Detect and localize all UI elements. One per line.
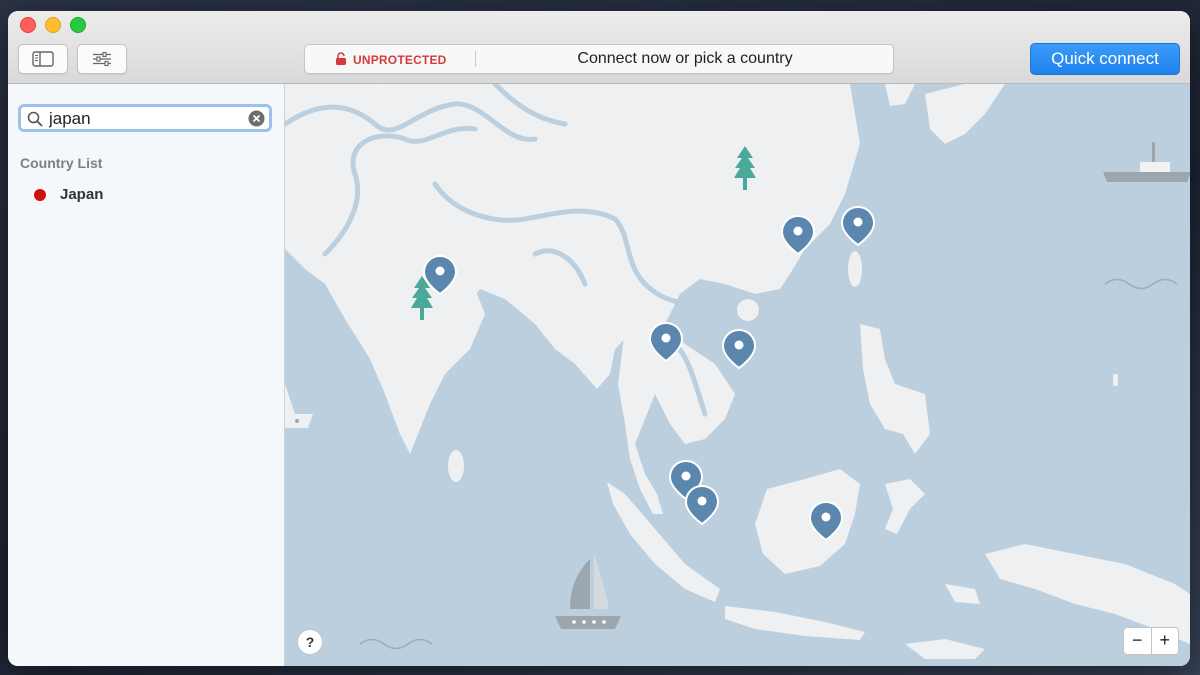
toolbar: UNPROTECTED Connect now or pick a countr… — [8, 11, 1190, 84]
connection-status-bar: UNPROTECTED Connect now or pick a countr… — [304, 44, 894, 74]
landmass-moluccas — [945, 584, 980, 604]
location-pin-icon — [840, 205, 876, 247]
country-item-japan[interactable]: Japan — [8, 180, 284, 208]
toggle-sidebar-button[interactable] — [18, 44, 68, 74]
close-window-button[interactable] — [20, 17, 36, 33]
country-list-heading: Country List — [20, 155, 103, 171]
landmass-java — [725, 606, 865, 640]
wave-1 — [1104, 278, 1178, 290]
divider — [475, 51, 476, 67]
help-button[interactable]: ? — [297, 629, 323, 655]
clear-search-icon[interactable] — [248, 110, 265, 127]
ship-icon — [1103, 142, 1190, 182]
search-input[interactable] — [49, 108, 239, 130]
app-window: UNPROTECTED Connect now or pick a countr… — [8, 11, 1190, 666]
ship-icon-left — [285, 414, 313, 428]
landmass-sulawesi — [885, 479, 925, 534]
zoom-in-button[interactable]: + — [1152, 628, 1179, 654]
landmass-island-guam — [1113, 374, 1118, 386]
zoom-out-button[interactable]: − — [1124, 628, 1152, 654]
location-pin-icon — [721, 328, 757, 370]
preferences-button[interactable] — [77, 44, 127, 74]
japan-flag-icon — [34, 189, 46, 201]
zoom-window-button[interactable] — [70, 17, 86, 33]
country-name: Japan — [60, 186, 104, 203]
wave-2 — [359, 638, 433, 650]
location-pin-icon — [684, 484, 720, 526]
sidebar-icon — [32, 51, 54, 67]
world-map[interactable]: ? − + — [285, 84, 1190, 666]
landmass-taiwan — [848, 251, 862, 287]
search-field[interactable] — [18, 104, 272, 132]
landmass-island-palau — [875, 390, 895, 418]
zoom-controls: − + — [1123, 627, 1179, 655]
minimize-window-button[interactable] — [45, 17, 61, 33]
landmass-japan — [925, 84, 1005, 144]
sailboat-icon — [555, 554, 621, 629]
status-label: UNPROTECTED — [353, 53, 447, 67]
quick-connect-button[interactable]: Quick connect — [1030, 43, 1180, 75]
landmass-borneo — [755, 469, 860, 574]
landmass-timor — [905, 639, 985, 659]
search-icon — [27, 111, 43, 127]
landmass-sri-lanka — [448, 450, 464, 482]
status-message: Connect now or pick a country — [577, 50, 793, 67]
sliders-icon — [93, 51, 111, 67]
sidebar: Country List Japan — [8, 84, 285, 666]
landmass-hainan — [737, 299, 759, 321]
landmass-japan-south — [885, 84, 915, 106]
unlocked-icon — [336, 52, 346, 65]
landmass-philippines — [860, 324, 930, 454]
map-canvas — [285, 84, 1190, 659]
